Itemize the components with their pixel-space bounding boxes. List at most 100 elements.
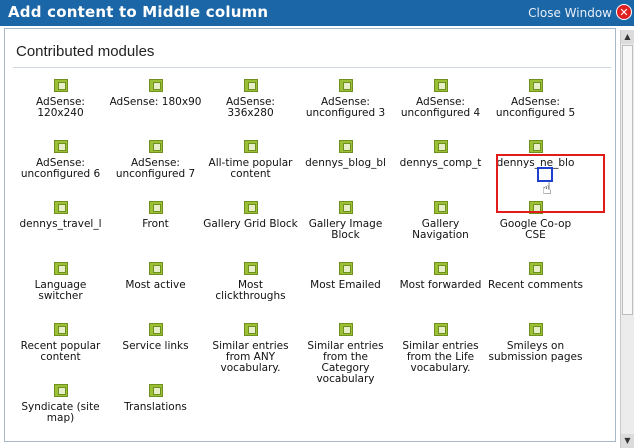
module-tile[interactable]: AdSense: unconfigured 6 (13, 140, 108, 201)
module-icon[interactable] (243, 79, 258, 92)
module-icon[interactable] (433, 262, 448, 275)
module-tile[interactable]: AdSense: unconfigured 4 (393, 79, 488, 140)
module-tile[interactable]: dennys_travel_l (13, 201, 108, 262)
module-icon[interactable] (433, 323, 448, 336)
module-tile[interactable]: AdSense: 180x90 (108, 79, 203, 140)
module-icon[interactable] (148, 323, 163, 336)
module-icon[interactable] (243, 323, 258, 336)
module-icon[interactable] (433, 201, 448, 214)
module-icon[interactable] (338, 323, 353, 336)
module-tile[interactable]: Gallery Navigation (393, 201, 488, 262)
module-tile[interactable]: dennys_blog_bl (298, 140, 393, 201)
module-label[interactable]: Similar entries from the Category vocabu… (298, 341, 393, 385)
module-icon[interactable] (338, 262, 353, 275)
module-label[interactable]: AdSense: 120x240 (13, 97, 108, 119)
module-tile[interactable]: dennys_comp_t (393, 140, 488, 201)
modules-panel: Contributed modules AdSense: 120x240 AdSe… (4, 28, 616, 442)
module-label[interactable]: All-time popular content (203, 158, 298, 180)
module-icon[interactable] (338, 79, 353, 92)
module-icon[interactable] (53, 323, 68, 336)
module-tile[interactable]: Service links (108, 323, 203, 384)
module-label[interactable]: Service links (108, 341, 203, 352)
module-label[interactable]: Smileys on submission pages (488, 341, 583, 363)
module-label[interactable]: Language switcher (13, 280, 108, 302)
module-label[interactable]: Gallery Image Block (298, 219, 393, 241)
module-icon[interactable] (243, 201, 258, 214)
module-icon[interactable] (53, 384, 68, 397)
module-label[interactable]: Similar entries from the Life vocabulary… (393, 341, 488, 374)
module-label[interactable]: Most forwarded (393, 280, 488, 291)
module-tile[interactable]: Similar entries from ANY vocabulary. (203, 323, 298, 384)
module-tile[interactable]: AdSense: 336x280 (203, 79, 298, 140)
module-tile[interactable]: AdSense: unconfigured 3 (298, 79, 393, 140)
module-tile[interactable]: Most active (108, 262, 203, 323)
module-label[interactable]: dennys_comp_t (393, 158, 488, 169)
module-tile[interactable]: All-time popular content (203, 140, 298, 201)
module-icon[interactable] (53, 201, 68, 214)
module-label[interactable]: Front (108, 219, 203, 230)
module-label[interactable]: dennys_blog_bl (298, 158, 393, 169)
module-icon[interactable] (338, 201, 353, 214)
module-label[interactable]: AdSense: unconfigured 6 (13, 158, 108, 180)
module-tile[interactable]: Syndicate (site map) (13, 384, 108, 441)
module-tile[interactable]: Most clickthroughs (203, 262, 298, 323)
module-icon[interactable] (338, 140, 353, 153)
module-icon[interactable] (53, 140, 68, 153)
scroll-up-icon[interactable]: ▲ (621, 30, 634, 44)
module-tile[interactable]: AdSense: unconfigured 5 (488, 79, 583, 140)
module-label[interactable]: Recent comments (488, 280, 583, 291)
module-tile[interactable]: Gallery Image Block (298, 201, 393, 262)
module-icon[interactable] (433, 140, 448, 153)
module-icon[interactable] (148, 201, 163, 214)
module-label[interactable]: Most Emailed (298, 280, 393, 291)
close-window-link[interactable]: Close Window (528, 6, 612, 20)
close-icon[interactable]: ✕ (616, 4, 632, 20)
module-tile[interactable]: Smileys on submission pages (488, 323, 583, 384)
module-tile[interactable]: Most Emailed (298, 262, 393, 323)
scroll-down-icon[interactable]: ▼ (621, 434, 634, 448)
module-label[interactable]: Most clickthroughs (203, 280, 298, 302)
module-icon[interactable] (53, 79, 68, 92)
module-icon[interactable] (148, 384, 163, 397)
module-icon[interactable] (243, 140, 258, 153)
module-label[interactable]: Recent popular content (13, 341, 108, 363)
module-tile[interactable]: Most forwarded (393, 262, 488, 323)
module-tile[interactable]: Similar entries from the Category vocabu… (298, 323, 393, 385)
module-icon[interactable] (148, 262, 163, 275)
module-icon[interactable] (243, 262, 258, 275)
module-tile[interactable]: AdSense: unconfigured 7 (108, 140, 203, 201)
module-label[interactable]: Similar entries from ANY vocabulary. (203, 341, 298, 374)
module-icon[interactable] (528, 79, 543, 92)
module-row: Syndicate (site map) Translations (13, 384, 613, 441)
module-tile[interactable]: AdSense: 120x240 (13, 79, 108, 140)
module-tile[interactable]: Front (108, 201, 203, 262)
module-label[interactable]: dennys_travel_l (13, 219, 108, 230)
module-label[interactable]: Most active (108, 280, 203, 291)
module-label[interactable]: Google Co-op CSE (488, 219, 583, 241)
module-icon[interactable] (148, 140, 163, 153)
module-label[interactable]: AdSense: unconfigured 3 (298, 97, 393, 119)
module-tile[interactable]: Translations (108, 384, 203, 441)
scroll-thumb[interactable] (622, 45, 633, 315)
module-icon[interactable] (148, 79, 163, 92)
module-icon[interactable] (528, 140, 543, 153)
module-tile[interactable]: Recent popular content (13, 323, 108, 384)
module-icon[interactable] (528, 323, 543, 336)
module-label[interactable]: AdSense: 336x280 (203, 97, 298, 119)
module-label[interactable]: Translations (108, 402, 203, 413)
module-tile[interactable]: Gallery Grid Block (203, 201, 298, 262)
module-label[interactable]: Syndicate (site map) (13, 402, 108, 424)
module-label[interactable]: AdSense: unconfigured 7 (108, 158, 203, 180)
module-label[interactable]: AdSense: unconfigured 5 (488, 97, 583, 119)
module-tile[interactable]: Language switcher (13, 262, 108, 323)
module-label[interactable]: AdSense: unconfigured 4 (393, 97, 488, 119)
module-icon[interactable] (433, 79, 448, 92)
vertical-scrollbar[interactable]: ▲ ▼ (620, 30, 634, 448)
module-icon[interactable] (528, 262, 543, 275)
module-label[interactable]: AdSense: 180x90 (108, 97, 203, 108)
module-label[interactable]: Gallery Grid Block (203, 219, 298, 230)
module-icon[interactable] (53, 262, 68, 275)
module-label[interactable]: Gallery Navigation (393, 219, 488, 241)
module-tile[interactable]: Similar entries from the Life vocabulary… (393, 323, 488, 384)
module-tile[interactable]: Recent comments (488, 262, 583, 323)
